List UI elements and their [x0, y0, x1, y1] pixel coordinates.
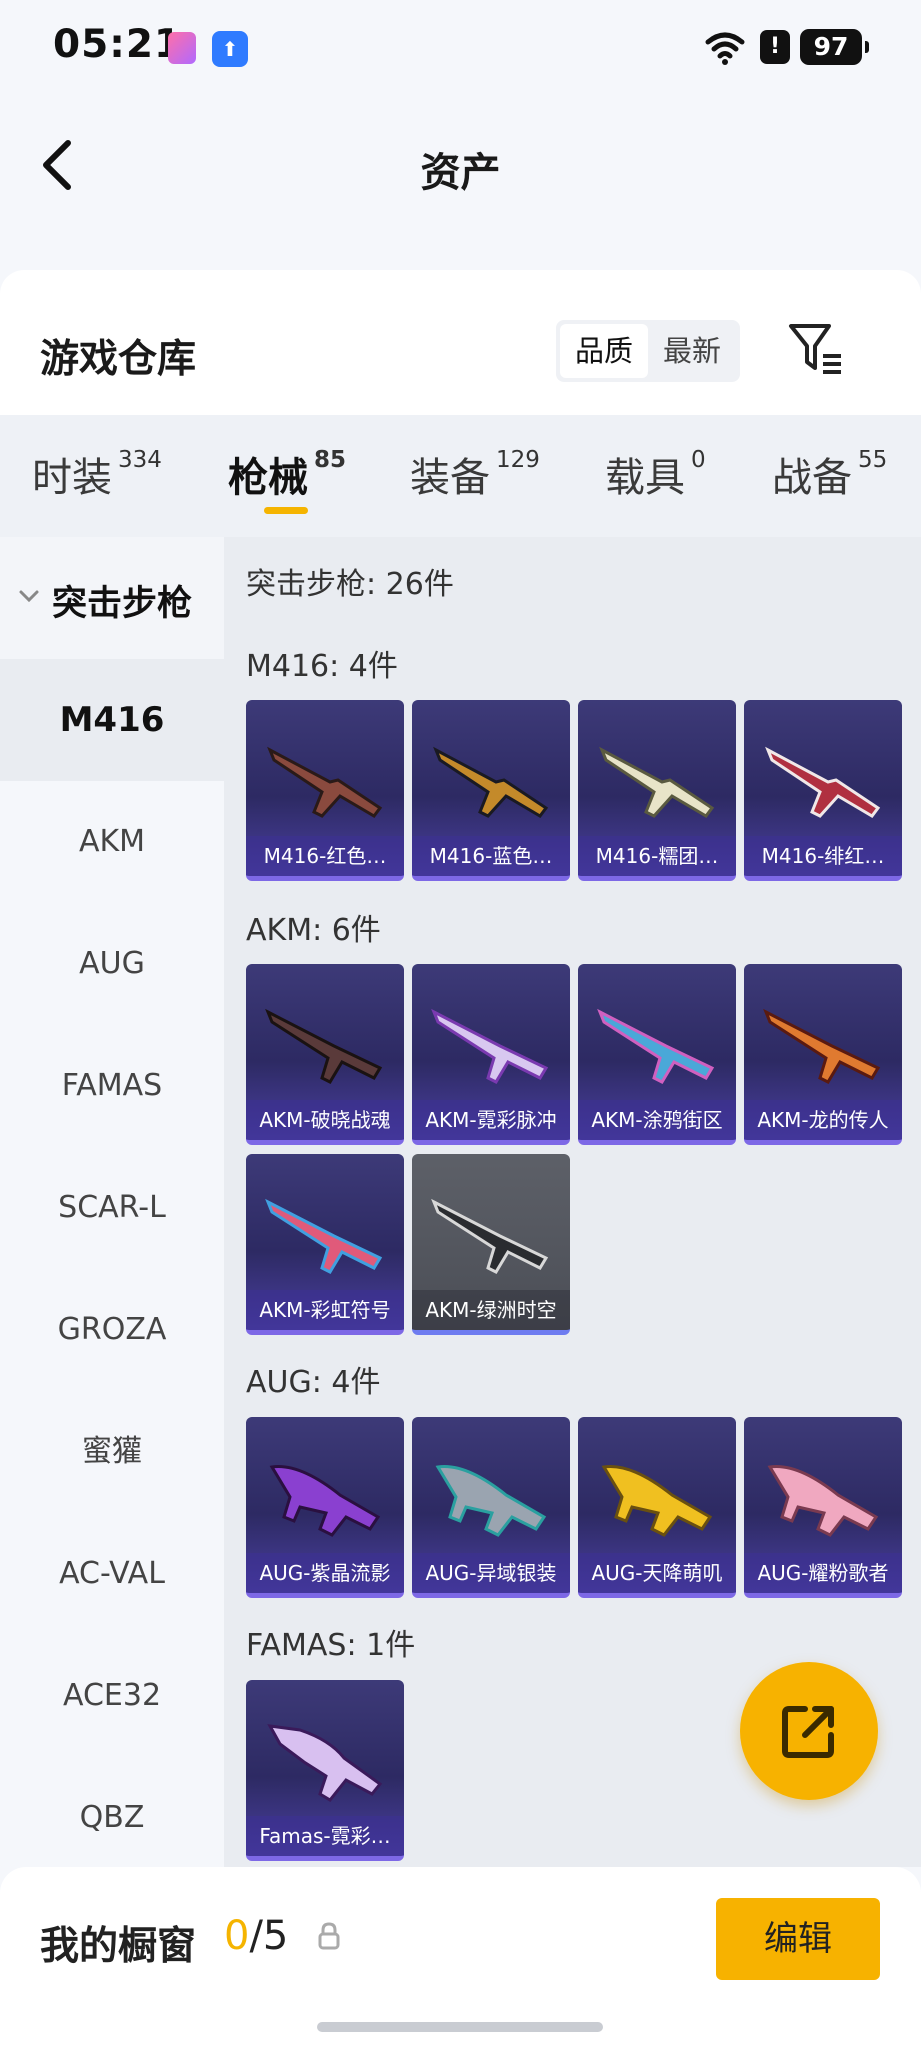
upload-app-icon: ⬆ [212, 31, 248, 67]
weapon-name: AUG-紫晶流影 [246, 1553, 404, 1593]
share-external-icon [782, 1706, 834, 1758]
sort-toggle: 品质 最新 [556, 320, 740, 382]
group-title-aug: AUG: 4件 [246, 1365, 381, 1400]
rifle-skin-image [431, 1198, 549, 1274]
rifle-skin-image [597, 1008, 715, 1084]
weapon-card[interactable]: Famas-霓彩… [246, 1680, 404, 1861]
warehouse-header: 游戏仓库 品质 最新 [0, 270, 921, 415]
weapon-card[interactable]: AUG-耀粉歌者 [744, 1417, 902, 1598]
sidebar-group-assault-rifle[interactable]: 突击步枪 [0, 537, 224, 659]
sidebar-item-akm[interactable]: AKM [0, 781, 224, 903]
weapon-card[interactable]: M416-糯团… [578, 700, 736, 881]
sidebar-item-scar-l[interactable]: SCAR-L [0, 1147, 224, 1269]
sidebar-item-ace32[interactable]: ACE32 [0, 1635, 224, 1757]
weapon-card[interactable]: AUG-紫晶流影 [246, 1417, 404, 1598]
rifle-skin-image [765, 746, 881, 818]
tab-vehicles[interactable]: 载具 0 [605, 445, 706, 503]
alert-icon: ! [760, 30, 790, 64]
share-button[interactable] [740, 1662, 878, 1800]
battery-icon: 97 [800, 29, 869, 65]
weapon-card[interactable]: M416-绯红… [744, 700, 902, 881]
showcase-count: 0/5 [224, 1913, 289, 1959]
weapon-name: M416-蓝色… [412, 836, 570, 876]
sidebar-item-famas[interactable]: FAMAS [0, 1025, 224, 1147]
weapon-name: AKM-破晓战魂 [246, 1100, 404, 1140]
rifle-skin-image [599, 746, 715, 818]
weapon-name: AKM-涂鸦街区 [578, 1100, 736, 1140]
weapon-card[interactable]: M416-红色… [246, 700, 404, 881]
weapon-card[interactable]: AUG-天降萌叽 [578, 1417, 736, 1598]
wifi-icon [705, 32, 745, 65]
notification-app-icon [168, 32, 196, 64]
rifle-skin-image [763, 1008, 881, 1084]
rifle-skin-image [601, 1465, 713, 1537]
rifle-skin-image [435, 1465, 547, 1537]
group-title-m416: M416: 4件 [246, 649, 398, 684]
weapon-card[interactable]: M416-蓝色… [412, 700, 570, 881]
category-tabs: 时装 334 枪械 85 装备 129 载具 0 战备 55 [0, 415, 921, 537]
weapon-name: AKM-霓彩脉冲 [412, 1100, 570, 1140]
warehouse-title: 游戏仓库 [40, 337, 197, 382]
active-tab-indicator [264, 507, 308, 514]
status-bar: 05:21 ⬆ ! 97 [0, 0, 921, 100]
weapon-name: Famas-霓彩… [246, 1816, 404, 1856]
chevron-down-icon [19, 590, 39, 603]
rifle-skin-image [265, 1198, 383, 1274]
rifle-skin-image [267, 1724, 383, 1802]
showcase-title: 我的橱窗 [40, 1924, 197, 1969]
weapon-name: AKM-彩虹符号 [246, 1290, 404, 1330]
group-title-famas: FAMAS: 1件 [246, 1628, 416, 1663]
weapon-card[interactable]: AKM-破晓战魂 [246, 964, 404, 1145]
weapon-name: AKM-绿洲时空 [412, 1290, 570, 1330]
weapon-sidebar: 突击步枪 M416 AKM AUG FAMAS SCAR-L GROZA 蜜獾 … [0, 537, 224, 1867]
weapon-card[interactable]: AKM-龙的传人 [744, 964, 902, 1145]
page-title: 资产 [420, 150, 501, 196]
weapon-name: AUG-天降萌叽 [578, 1553, 736, 1593]
edit-button[interactable]: 编辑 [716, 1898, 880, 1980]
rifle-skin-image [767, 1465, 879, 1537]
sidebar-item-m416[interactable]: M416 [0, 659, 224, 781]
weapon-name: AUG-异域银装 [412, 1553, 570, 1593]
sort-quality-option[interactable]: 品质 [560, 324, 648, 378]
tab-equipment[interactable]: 装备 129 [410, 445, 540, 503]
sidebar-item-qbz[interactable]: QBZ [0, 1757, 224, 1879]
sidebar-item-aug[interactable]: AUG [0, 903, 224, 1025]
filter-icon[interactable] [785, 318, 845, 382]
tab-supplies[interactable]: 战备 55 [772, 445, 887, 503]
tab-fashion[interactable]: 时装 334 [32, 445, 162, 503]
weapon-card[interactable]: AKM-彩虹符号 [246, 1154, 404, 1335]
sort-newest-option[interactable]: 最新 [648, 324, 736, 378]
sidebar-item-groza[interactable]: GROZA [0, 1269, 224, 1391]
lock-icon [318, 1922, 340, 1950]
rifle-skin-image [269, 1465, 381, 1537]
weapon-name: M416-糯团… [578, 836, 736, 876]
home-indicator[interactable] [317, 2022, 603, 2032]
weapon-card[interactable]: AUG-异域银装 [412, 1417, 570, 1598]
rifle-skin-image [267, 746, 383, 818]
weapon-name: M416-红色… [246, 836, 404, 876]
weapon-name: M416-绯红… [744, 836, 902, 876]
rifle-skin-image [265, 1008, 383, 1084]
status-time: 05:21 [53, 22, 183, 67]
category-summary: 突击步枪: 26件 [246, 567, 454, 602]
tab-weapons[interactable]: 枪械 85 [228, 445, 346, 503]
sidebar-item-ac-val[interactable]: AC-VAL [0, 1513, 224, 1635]
sidebar-group-label: 突击步枪 [52, 584, 193, 624]
weapon-card[interactable]: AKM-绿洲时空 [412, 1154, 570, 1335]
weapon-name: AKM-龙的传人 [744, 1100, 902, 1140]
rifle-skin-image [431, 1008, 549, 1084]
sidebar-item-honey-badger[interactable]: 蜜獾 [0, 1391, 224, 1513]
weapon-card[interactable]: AKM-霓彩脉冲 [412, 964, 570, 1145]
rifle-skin-image [433, 746, 549, 818]
group-title-akm: AKM: 6件 [246, 913, 381, 948]
weapon-card[interactable]: AKM-涂鸦街区 [578, 964, 736, 1145]
showcase-bar: 我的橱窗 0/5 编辑 [0, 1867, 921, 2050]
weapon-name: AUG-耀粉歌者 [744, 1553, 902, 1593]
